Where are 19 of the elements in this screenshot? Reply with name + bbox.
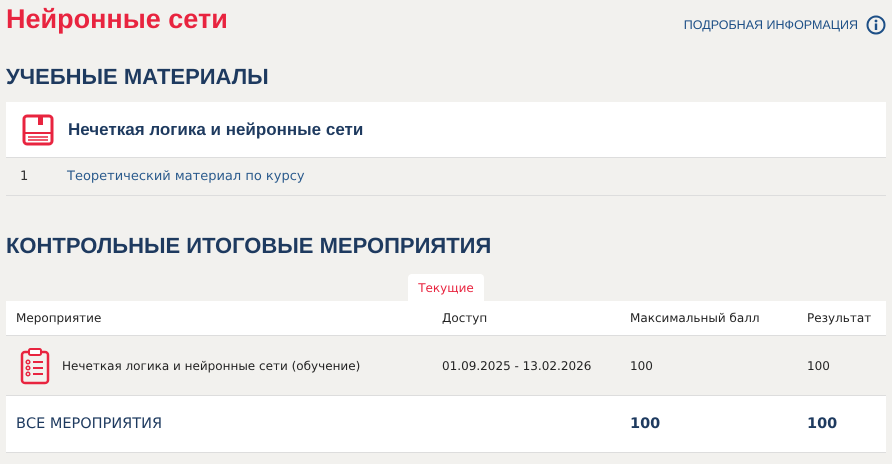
page-title: Нейронные сети xyxy=(6,4,228,35)
book-icon xyxy=(22,114,54,146)
info-icon xyxy=(866,15,886,35)
section-heading: УЧЕБНЫЕ МАТЕРИАЛЫ xyxy=(5,64,270,91)
item-number: 1 xyxy=(19,169,30,184)
material-link[interactable]: Теоретический материал по курсу xyxy=(67,169,305,184)
total-cell: 100 xyxy=(797,396,886,453)
column-header: Максимальный балл xyxy=(620,301,797,336)
total-label: ВСЕ МЕРОПРИЯТИЯ xyxy=(6,396,432,453)
section-heading: КОНТРОЛЬНЫЕ ИТОГОВЫЕ МЕРОПРИЯТИЯ xyxy=(5,233,492,260)
activity-name: Нечеткая логика и нейронные сети (обучение) xyxy=(62,358,360,372)
column-header: Мероприятие xyxy=(6,301,432,336)
column-header: Доступ xyxy=(432,301,620,336)
total-cell: 100 xyxy=(620,396,797,453)
tab[interactable]: Текущие xyxy=(408,274,484,301)
clipboard-icon xyxy=(20,346,50,384)
course-title: Нечеткая логика и нейронные сети xyxy=(68,120,364,140)
info-link[interactable]: ПОДРОБНАЯ ИНФОРМАЦИЯ xyxy=(684,15,886,35)
column-header: Результат xyxy=(797,301,886,336)
